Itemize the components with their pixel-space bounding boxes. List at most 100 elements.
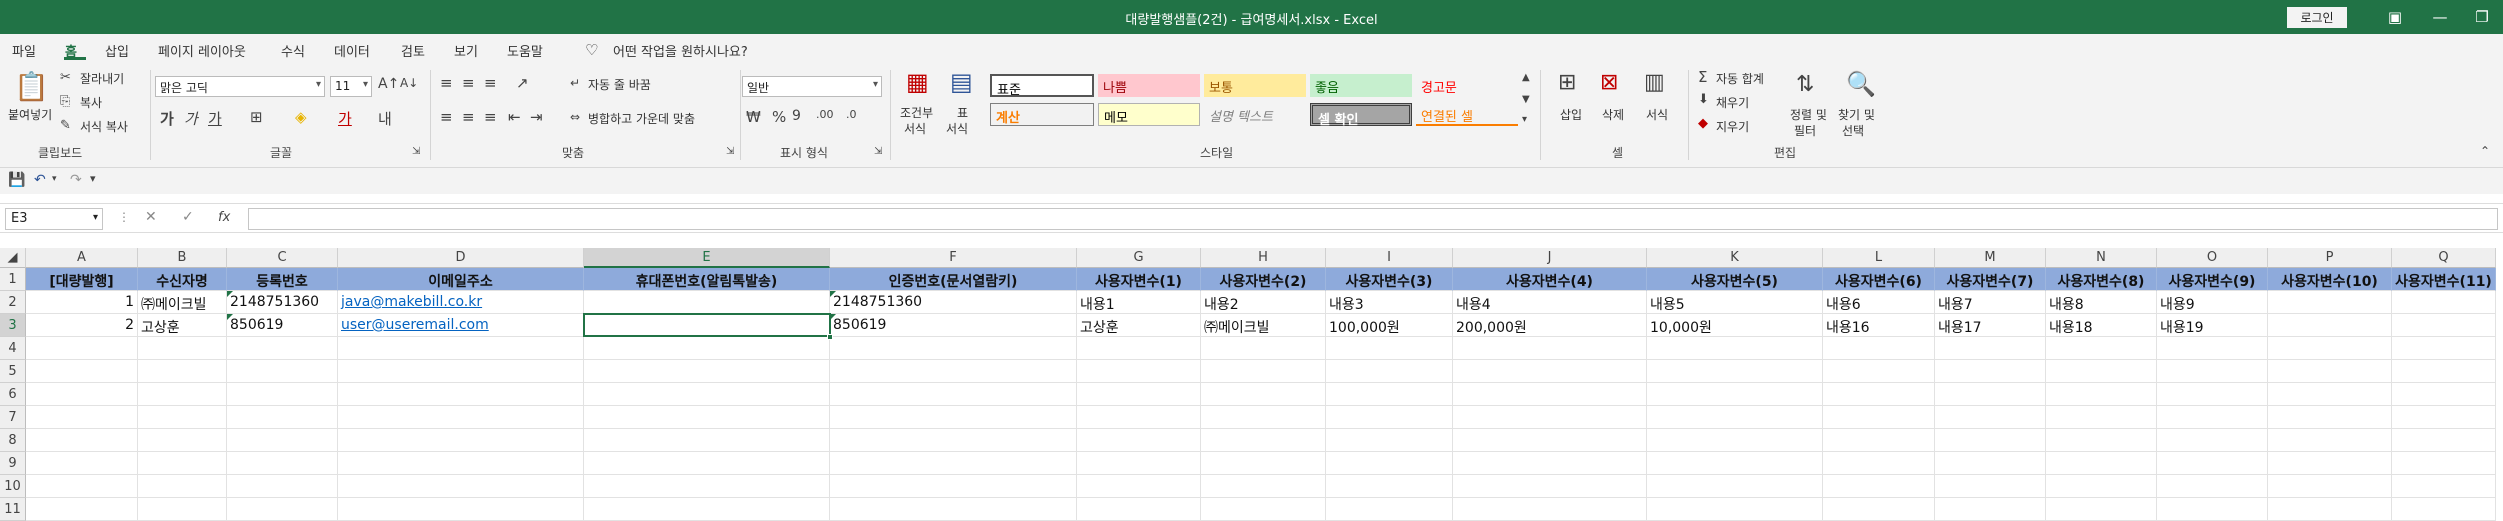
table-cell[interactable] — [1453, 452, 1647, 475]
table-cell[interactable] — [1326, 383, 1453, 406]
header-cell[interactable]: 사용자변수(9) — [2157, 268, 2268, 291]
table-cell[interactable] — [26, 383, 138, 406]
table-cell[interactable] — [1201, 475, 1326, 498]
table-cell[interactable] — [2268, 383, 2392, 406]
table-cell[interactable] — [1823, 360, 1935, 383]
fill-color-icon[interactable]: ◈ — [295, 108, 307, 126]
tab-file[interactable]: 파일 — [12, 41, 36, 60]
table-cell[interactable] — [1453, 406, 1647, 429]
table-cell[interactable] — [1326, 498, 1453, 521]
table-cell[interactable] — [830, 429, 1077, 452]
find-select-icon[interactable]: 🔍 — [1846, 70, 1876, 98]
table-cell[interactable] — [338, 406, 584, 429]
row-header[interactable]: 3 — [0, 314, 26, 337]
header-cell[interactable]: 사용자변수(5) — [1647, 268, 1823, 291]
table-cell[interactable] — [138, 337, 227, 360]
table-cell[interactable] — [1201, 360, 1326, 383]
table-cell[interactable] — [2157, 475, 2268, 498]
table-cell[interactable]: 내용16 — [1823, 314, 1935, 337]
table-cell[interactable]: 내용7 — [1935, 291, 2046, 314]
table-cell[interactable] — [26, 429, 138, 452]
table-cell[interactable] — [1647, 406, 1823, 429]
comma-style-icon[interactable]: 9 — [792, 108, 801, 124]
style-warning[interactable]: 경고문 — [1416, 74, 1518, 97]
login-button[interactable]: 로그인 — [2287, 7, 2347, 28]
row-header[interactable]: 6 — [0, 383, 26, 406]
row-header[interactable]: 1 — [0, 268, 26, 291]
autosum-icon[interactable]: Σ — [1698, 68, 1707, 86]
table-cell[interactable] — [2046, 429, 2157, 452]
scroll-up-icon[interactable]: ▲ — [1522, 72, 1530, 83]
table-cell[interactable] — [2392, 383, 2496, 406]
table-cell[interactable] — [830, 406, 1077, 429]
cancel-icon[interactable]: ✕ — [145, 209, 157, 225]
table-cell[interactable] — [2392, 498, 2496, 521]
delete-cells-button[interactable]: 삭제 — [1602, 106, 1624, 123]
format-painter-button[interactable]: 서식 복사 — [80, 118, 128, 135]
column-header[interactable]: K — [1647, 248, 1823, 268]
phonetic-icon[interactable]: 내 — [378, 108, 392, 129]
align-top-icon[interactable]: ≡ — [440, 74, 453, 92]
fill-button[interactable]: 채우기 — [1716, 94, 1749, 111]
select-all-corner[interactable]: ◢ — [0, 248, 26, 268]
table-cell[interactable] — [1935, 452, 2046, 475]
table-cell[interactable] — [584, 429, 830, 452]
table-cell[interactable] — [1647, 337, 1823, 360]
table-cell[interactable]: 100,000원 — [1326, 314, 1453, 337]
tab-data[interactable]: 데이터 — [334, 41, 370, 60]
align-bottom-icon[interactable]: ≡ — [484, 74, 497, 92]
header-cell[interactable]: 수신자명 — [138, 268, 227, 291]
table-cell[interactable] — [338, 360, 584, 383]
column-header[interactable]: A — [26, 248, 138, 268]
table-cell[interactable]: ㈜메이크빌 — [138, 291, 227, 314]
table-cell[interactable] — [2046, 337, 2157, 360]
delete-cells-icon[interactable]: ⊠ — [1600, 70, 1618, 95]
table-cell[interactable] — [1823, 406, 1935, 429]
column-header[interactable]: D — [338, 248, 584, 268]
table-cell[interactable] — [227, 337, 338, 360]
table-cell[interactable]: 내용3 — [1326, 291, 1453, 314]
table-cell[interactable] — [1935, 337, 2046, 360]
table-format-button[interactable]: 표 — [957, 104, 968, 121]
header-cell[interactable]: 사용자변수(8) — [2046, 268, 2157, 291]
find-select-button-line2[interactable]: 선택 — [1842, 122, 1864, 139]
number-format-select[interactable]: 일반 ▾ — [742, 76, 882, 97]
table-cell[interactable] — [1077, 429, 1201, 452]
font-name-select[interactable]: 맑은 고딕 ▾ — [155, 76, 325, 97]
table-cell[interactable] — [1326, 475, 1453, 498]
table-cell[interactable] — [1201, 406, 1326, 429]
table-cell[interactable] — [1201, 429, 1326, 452]
align-right-icon[interactable]: ≡ — [484, 108, 497, 126]
column-header[interactable]: L — [1823, 248, 1935, 268]
style-linked-cell[interactable]: 연결된 셀 — [1416, 103, 1518, 126]
table-cell[interactable] — [1077, 383, 1201, 406]
table-cell[interactable] — [1935, 475, 2046, 498]
border-icon[interactable]: ⊞ — [250, 108, 263, 126]
table-cell[interactable]: 10,000원 — [1647, 314, 1823, 337]
table-cell[interactable]: 내용5 — [1647, 291, 1823, 314]
table-cell[interactable] — [26, 498, 138, 521]
header-cell[interactable]: 사용자변수(1) — [1077, 268, 1201, 291]
accounting-format-icon[interactable]: ₩ — [746, 108, 761, 126]
table-cell[interactable]: 내용4 — [1453, 291, 1647, 314]
table-cell[interactable] — [1823, 429, 1935, 452]
table-cell[interactable] — [2392, 337, 2496, 360]
conditional-format-icon[interactable]: ▦ — [906, 68, 929, 96]
format-cells-button[interactable]: 서식 — [1646, 106, 1668, 123]
shrink-font-icon[interactable]: A↓ — [400, 76, 418, 90]
percent-icon[interactable]: % — [772, 108, 786, 126]
table-cell[interactable] — [2268, 429, 2392, 452]
ribbon-display-icon[interactable]: ▣ — [2375, 6, 2415, 28]
table-cell[interactable] — [1077, 406, 1201, 429]
column-header[interactable]: J — [1453, 248, 1647, 268]
style-explanatory[interactable]: 설명 텍스트 — [1204, 103, 1306, 126]
table-cell[interactable] — [1647, 475, 1823, 498]
row-header[interactable]: 7 — [0, 406, 26, 429]
table-cell[interactable] — [1326, 406, 1453, 429]
table-cell[interactable] — [1201, 452, 1326, 475]
table-cell[interactable] — [138, 429, 227, 452]
table-cell[interactable] — [338, 429, 584, 452]
format-painter-icon[interactable]: ✎ — [60, 118, 71, 133]
table-cell[interactable]: 내용6 — [1823, 291, 1935, 314]
table-cell[interactable]: 850619 — [830, 314, 1077, 337]
